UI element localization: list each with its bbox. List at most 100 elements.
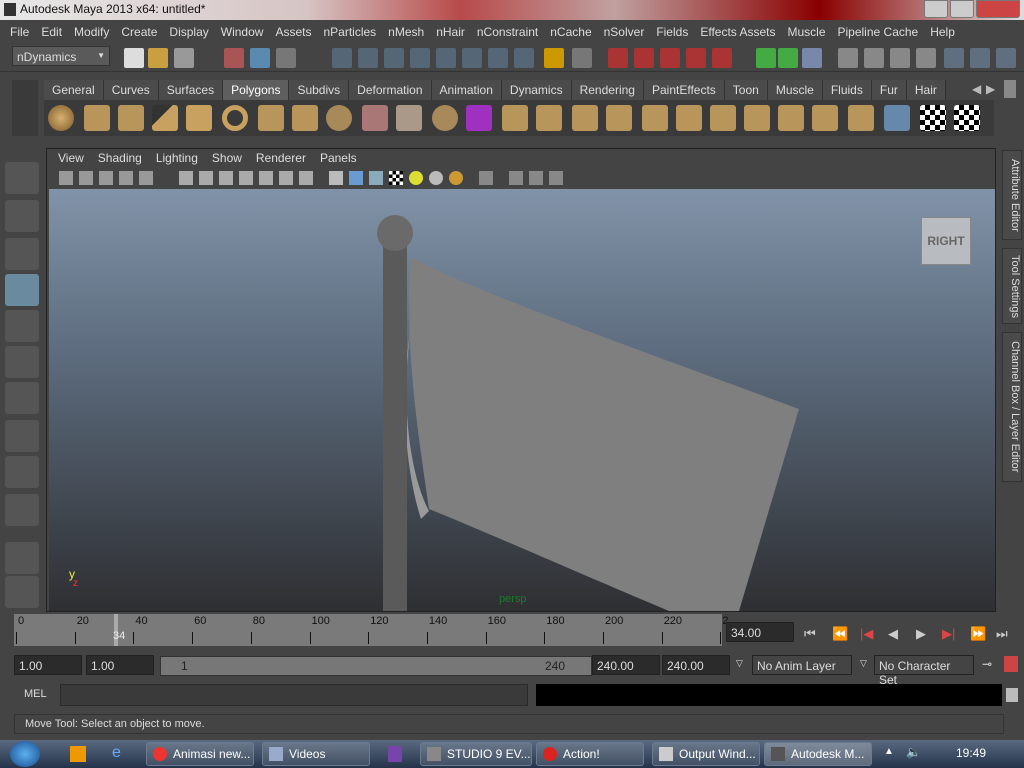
menu-pipeline-cache[interactable]: Pipeline Cache	[832, 22, 925, 42]
menu-file[interactable]: File	[4, 22, 35, 42]
smooth-icon[interactable]	[432, 105, 458, 131]
share-icon[interactable]	[549, 171, 563, 185]
wedge-icon[interactable]	[812, 105, 838, 131]
isolate-select-icon[interactable]	[479, 171, 493, 185]
shelf-scroll-right-icon[interactable]: ▶	[986, 82, 995, 96]
internet-explorer-icon[interactable]: e	[112, 744, 121, 762]
lock-icon[interactable]	[544, 48, 564, 68]
shelf-tab-rendering[interactable]: Rendering	[571, 80, 644, 100]
mel-input[interactable]	[60, 684, 528, 706]
combine-icon[interactable]	[362, 105, 388, 131]
shelf-scroll-left-icon[interactable]: ◀	[972, 82, 981, 96]
camera-attributes-icon[interactable]	[79, 171, 93, 185]
taskbar-item-output-window[interactable]: Output Wind...	[652, 742, 760, 766]
lasso-tool-icon[interactable]	[5, 200, 39, 232]
animation-preferences-icon[interactable]	[1004, 656, 1018, 672]
playback-end-field[interactable]: 240.00	[592, 655, 660, 675]
save-scene-icon[interactable]	[174, 48, 194, 68]
shelf-tab-dynamics[interactable]: Dynamics	[501, 80, 572, 100]
taskbar-item-videos[interactable]: Videos	[262, 742, 370, 766]
outliner-layout-icon[interactable]	[5, 576, 39, 608]
shelf-tab-muscle[interactable]: Muscle	[767, 80, 823, 100]
xray-joints-icon[interactable]	[529, 171, 543, 185]
uv-editor-icon[interactable]	[954, 105, 980, 131]
shelf-tab-painteffects[interactable]: PaintEffects	[643, 80, 725, 100]
input-ops-icon[interactable]	[756, 48, 776, 68]
current-time-field[interactable]: 34.00	[726, 622, 794, 642]
tab-tool-settings[interactable]: Tool Settings	[1002, 248, 1022, 324]
show-hidden-icons-icon[interactable]: ▲	[884, 746, 894, 757]
magnet-live-icon[interactable]	[712, 48, 732, 68]
start-button[interactable]	[10, 741, 40, 767]
wireframe-on-shaded-icon[interactable]	[369, 171, 383, 185]
end-time-field[interactable]: 240.00	[662, 655, 730, 675]
use-all-lights-icon[interactable]	[409, 171, 423, 185]
maximize-button[interactable]	[950, 0, 974, 18]
paint-select-tool-icon[interactable]	[5, 238, 39, 270]
panel-menu-shading[interactable]: Shading	[91, 149, 149, 167]
ipr-render-icon[interactable]	[890, 48, 910, 68]
poly-cylinder-icon[interactable]	[118, 105, 144, 131]
move-tool-icon[interactable]	[5, 274, 39, 306]
particle-icon[interactable]	[462, 48, 482, 68]
output-ops-icon[interactable]	[778, 48, 798, 68]
menu-nconstraint[interactable]: nConstraint	[471, 22, 544, 42]
select-tool-icon[interactable]	[5, 162, 39, 194]
shelf-tab-polygons[interactable]: Polygons	[223, 80, 290, 100]
poly-pyramid-icon[interactable]	[258, 105, 284, 131]
render-settings-icon[interactable]	[916, 48, 936, 68]
film-gate-icon[interactable]	[199, 171, 213, 185]
taskbar-item-studio9[interactable]: STUDIO 9 EV...	[420, 742, 532, 766]
scale-tool-icon[interactable]	[5, 346, 39, 378]
minimize-button[interactable]	[924, 0, 948, 18]
menu-window[interactable]: Window	[215, 22, 270, 42]
menu-nparticles[interactable]: nParticles	[317, 22, 382, 42]
tab-attribute-editor[interactable]: Attribute Editor	[1002, 150, 1022, 240]
shadows-icon[interactable]	[429, 171, 443, 185]
anim-layer-dropdown-arrow-icon[interactable]: ▽	[736, 658, 743, 669]
go-to-start-icon[interactable]: ⏮	[804, 626, 816, 642]
xray-icon[interactable]	[509, 171, 523, 185]
select-camera-icon[interactable]	[59, 171, 73, 185]
planar-mapping-icon[interactable]	[848, 105, 874, 131]
attribute-editor-toggle-icon[interactable]	[944, 48, 964, 68]
rotate-tool-icon[interactable]	[5, 310, 39, 342]
help-icon[interactable]	[514, 48, 534, 68]
menu-nmesh[interactable]: nMesh	[382, 22, 430, 42]
anim-layer-dropdown[interactable]: No Anim Layer	[752, 655, 852, 675]
extrude-icon[interactable]	[536, 105, 562, 131]
panel-menu-view[interactable]: View	[51, 149, 91, 167]
resolution-gate-icon[interactable]	[219, 171, 233, 185]
offset-edge-loop-icon[interactable]	[744, 105, 770, 131]
split-polygon-icon[interactable]	[676, 105, 702, 131]
insert-edge-loop-icon[interactable]	[710, 105, 736, 131]
grid-icon[interactable]	[179, 171, 193, 185]
shelf-tab-general[interactable]: General	[44, 80, 104, 100]
taskbar-app-icon[interactable]	[388, 746, 402, 762]
bridge-icon[interactable]	[572, 105, 598, 131]
wireframe-icon[interactable]	[329, 171, 343, 185]
taskbar-item-autodesk-maya[interactable]: Autodesk M...	[764, 742, 872, 766]
emitter-icon[interactable]	[488, 48, 508, 68]
menu-edit[interactable]: Edit	[35, 22, 68, 42]
tab-channel-box[interactable]: Channel Box / Layer Editor	[1002, 332, 1022, 482]
snap-grid-icon[interactable]	[332, 48, 352, 68]
close-button[interactable]	[976, 0, 1020, 18]
poly-sphere-icon[interactable]	[48, 105, 74, 131]
step-back-frame-icon[interactable]: ⏪	[832, 626, 848, 642]
character-set-dropdown-arrow-icon[interactable]: ▽	[860, 658, 867, 669]
select-object-icon[interactable]	[250, 48, 270, 68]
panel-menu-show[interactable]: Show	[205, 149, 249, 167]
boolean-icon[interactable]	[466, 105, 492, 131]
magnet-point-icon[interactable]	[660, 48, 680, 68]
bevel-icon[interactable]	[642, 105, 668, 131]
checker-icon[interactable]	[920, 105, 946, 131]
step-forward-key-icon[interactable]: ▶|	[942, 626, 955, 642]
menu-modify[interactable]: Modify	[68, 22, 115, 42]
step-forward-frame-icon[interactable]: ⏩	[970, 626, 986, 642]
shelf-tab-hair[interactable]: Hair	[906, 80, 946, 100]
go-to-end-icon[interactable]: ⏭	[996, 626, 1008, 642]
shelf-tab-surfaces[interactable]: Surfaces	[158, 80, 224, 100]
magnet-icon[interactable]	[608, 48, 628, 68]
panel-menu-renderer[interactable]: Renderer	[249, 149, 313, 167]
